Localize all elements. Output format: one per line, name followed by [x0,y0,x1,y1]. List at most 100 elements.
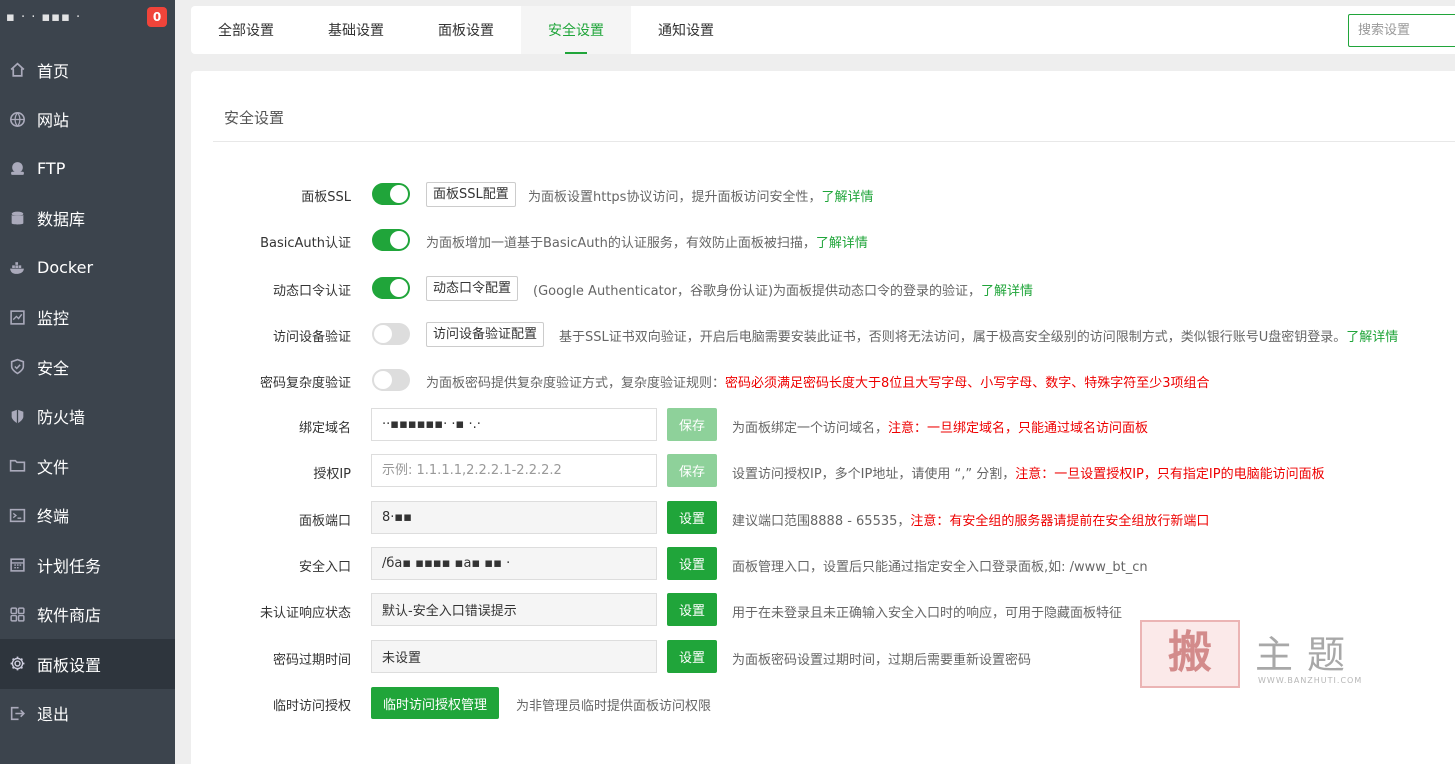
ssl-toggle[interactable] [372,183,410,205]
tab-security-settings[interactable]: 安全设置 [521,6,631,54]
totp-config-button[interactable]: 动态口令配置 [426,276,519,301]
sidebar-item-label: 防火墙 [37,408,86,428]
sidebar-item-terminal[interactable]: 终端 [0,491,175,541]
sidebar: ▪ · · ▪▪▪ · 0 首页 网站 FTP 数据库 Docker 监控 安全… [0,0,175,764]
setting-label: BasicAuth认证 [260,236,351,251]
sidebar-item-home[interactable]: 首页 [0,45,175,95]
watermark-url: WWW.BANZHUTI.COM [1258,676,1363,685]
terminal-icon [8,506,26,524]
sidebar-item-docker[interactable]: Docker [0,243,175,293]
password-expire-set-button[interactable]: 设置 [667,640,717,673]
unauth-response-set-button[interactable]: 设置 [667,593,717,626]
warning-text: 注意：一旦绑定域名，只能通过域名访问面板 [888,421,1149,436]
gear-icon [8,655,26,673]
setting-label: 面板端口 [298,514,351,529]
sidebar-item-label: 文件 [37,457,70,477]
globe-icon [8,110,26,128]
basicauth-toggle[interactable] [372,229,410,251]
sidebar-item-label: 计划任务 [37,556,102,576]
setting-label: 密码过期时间 [272,653,351,668]
domain-input[interactable] [371,408,657,441]
sidebar-item-label: 终端 [37,507,70,527]
temp-access-manage-button[interactable]: 临时访问授权管理 [371,687,500,719]
setting-label: 安全入口 [298,560,351,575]
tab-panel-settings[interactable]: 面板设置 [411,6,521,54]
setting-label: 授权IP [313,467,351,482]
watermark-seal: 搬 [1140,620,1240,688]
security-entry-set-button[interactable]: 设置 [667,547,717,580]
setting-label: 绑定域名 [298,421,351,436]
panel-port-set-button[interactable]: 设置 [667,501,717,534]
toggle-knob [374,371,392,389]
setting-description: 建议端口范围8888 - 65535，注意：有安全组的服务器请提前在安全组放行新… [732,510,1209,529]
setting-label: 临时访问授权 [272,699,351,714]
learn-more-link[interactable]: 了解详情 [821,190,873,205]
auth-ip-input[interactable] [371,454,657,487]
domain-save-button[interactable]: 保存 [667,408,717,441]
grid-icon [8,605,26,623]
ssl-config-button[interactable]: 面板SSL配置 [426,182,516,207]
sidebar-item-label: Docker [37,258,94,278]
auth-ip-save-button[interactable]: 保存 [667,454,717,487]
folder-icon [8,457,26,475]
sidebar-header: ▪ · · ▪▪▪ · 0 [0,0,175,40]
toggle-knob [374,325,392,343]
sidebar-item-logout[interactable]: 退出 [0,689,175,739]
sidebar-item-store[interactable]: 软件商店 [0,590,175,640]
setting-description: 面板管理入口，设置后只能通过指定安全入口登录面板,如: /www_bt_cn [732,560,1148,575]
description-text: 基于SSL证书双向验证，开启后电脑需要安装此证书，否则将无法访问，属于极高安全级… [559,330,1347,345]
description-text: 建议端口范围8888 - 65535， [732,514,911,529]
setting-label: 面板SSL [301,190,351,205]
learn-more-link[interactable]: 了解详情 [1346,330,1398,345]
sidebar-item-label: 监控 [37,309,70,329]
ftp-icon [8,160,26,178]
setting-description: 用于在未登录且未正确输入安全入口时的响应，可用于隐藏面板特征 [732,606,1123,621]
search-input[interactable] [1348,14,1455,47]
setting-description: 设置访问授权IP，多个IP地址，请使用 “,” 分割，注意：一旦设置授权IP，只… [732,463,1325,482]
notification-badge[interactable]: 0 [147,7,167,27]
sidebar-item-security[interactable]: 安全 [0,342,175,392]
panel-port-input[interactable] [371,501,657,534]
sidebar-item-label: 面板设置 [37,655,102,675]
setting-label: 访问设备验证 [272,330,351,345]
setting-description: 为面板密码设置过期时间，过期后需要重新设置密码 [732,653,1032,668]
description-text: 设置访问授权IP，多个IP地址，请使用 “,” 分割， [732,467,1016,482]
setting-label: 未认证响应状态 [259,606,351,621]
password-complexity-toggle[interactable] [372,369,410,391]
watermark-text: 主题 [1255,633,1360,677]
logout-icon [8,704,26,722]
totp-toggle[interactable] [372,277,410,299]
sidebar-item-panel-settings[interactable]: 面板设置 [0,639,175,689]
unauth-response-input[interactable] [371,593,657,626]
warning-text: 注意：一旦设置授权IP，只有指定IP的电脑能访问面板 [1015,467,1325,482]
divider [213,141,1455,142]
setting-description: 为面板绑定一个访问域名，注意：一旦绑定域名，只能通过域名访问面板 [732,417,1148,436]
device-verify-config-button[interactable]: 访问设备验证配置 [426,322,545,347]
sidebar-item-monitor[interactable]: 监控 [0,293,175,343]
sidebar-item-ftp[interactable]: FTP [0,144,175,194]
sidebar-item-firewall[interactable]: 防火墙 [0,392,175,442]
setting-description: 基于SSL证书双向验证，开启后电脑需要安装此证书，否则将无法访问，属于极高安全级… [559,326,1398,345]
security-entry-input[interactable] [371,547,657,580]
tab-basic-settings[interactable]: 基础设置 [301,6,411,54]
sidebar-item-database[interactable]: 数据库 [0,194,175,244]
watermark-logo: 搬 主题 WWW.BANZHUTI.COM [1140,620,1375,690]
sidebar-item-label: 退出 [37,705,70,725]
server-name[interactable]: ▪ · · ▪▪▪ · [6,10,81,25]
home-icon [8,61,26,79]
description-text: 为面板增加一道基于BasicAuth的认证服务，有效防止面板被扫描， [426,236,816,251]
description-text: 为面板密码提供复杂度验证方式，复杂度验证规则： [426,376,726,391]
sidebar-item-website[interactable]: 网站 [0,95,175,145]
tab-notification-settings[interactable]: 通知设置 [631,6,741,54]
learn-more-link[interactable]: 了解详情 [981,284,1033,299]
sidebar-menu: 首页 网站 FTP 数据库 Docker 监控 安全 防火墙 文件 终端 计划任… [0,45,175,738]
monitor-icon [8,308,26,326]
learn-more-link[interactable]: 了解详情 [816,236,868,251]
tab-all-settings[interactable]: 全部设置 [191,6,301,54]
description-text: 为面板设置https协议访问，提升面板访问安全性， [528,190,822,205]
sidebar-item-files[interactable]: 文件 [0,441,175,491]
password-expire-input[interactable] [371,640,657,673]
device-verify-toggle[interactable] [372,323,410,345]
sidebar-item-cron[interactable]: 计划任务 [0,540,175,590]
database-icon [8,209,26,227]
